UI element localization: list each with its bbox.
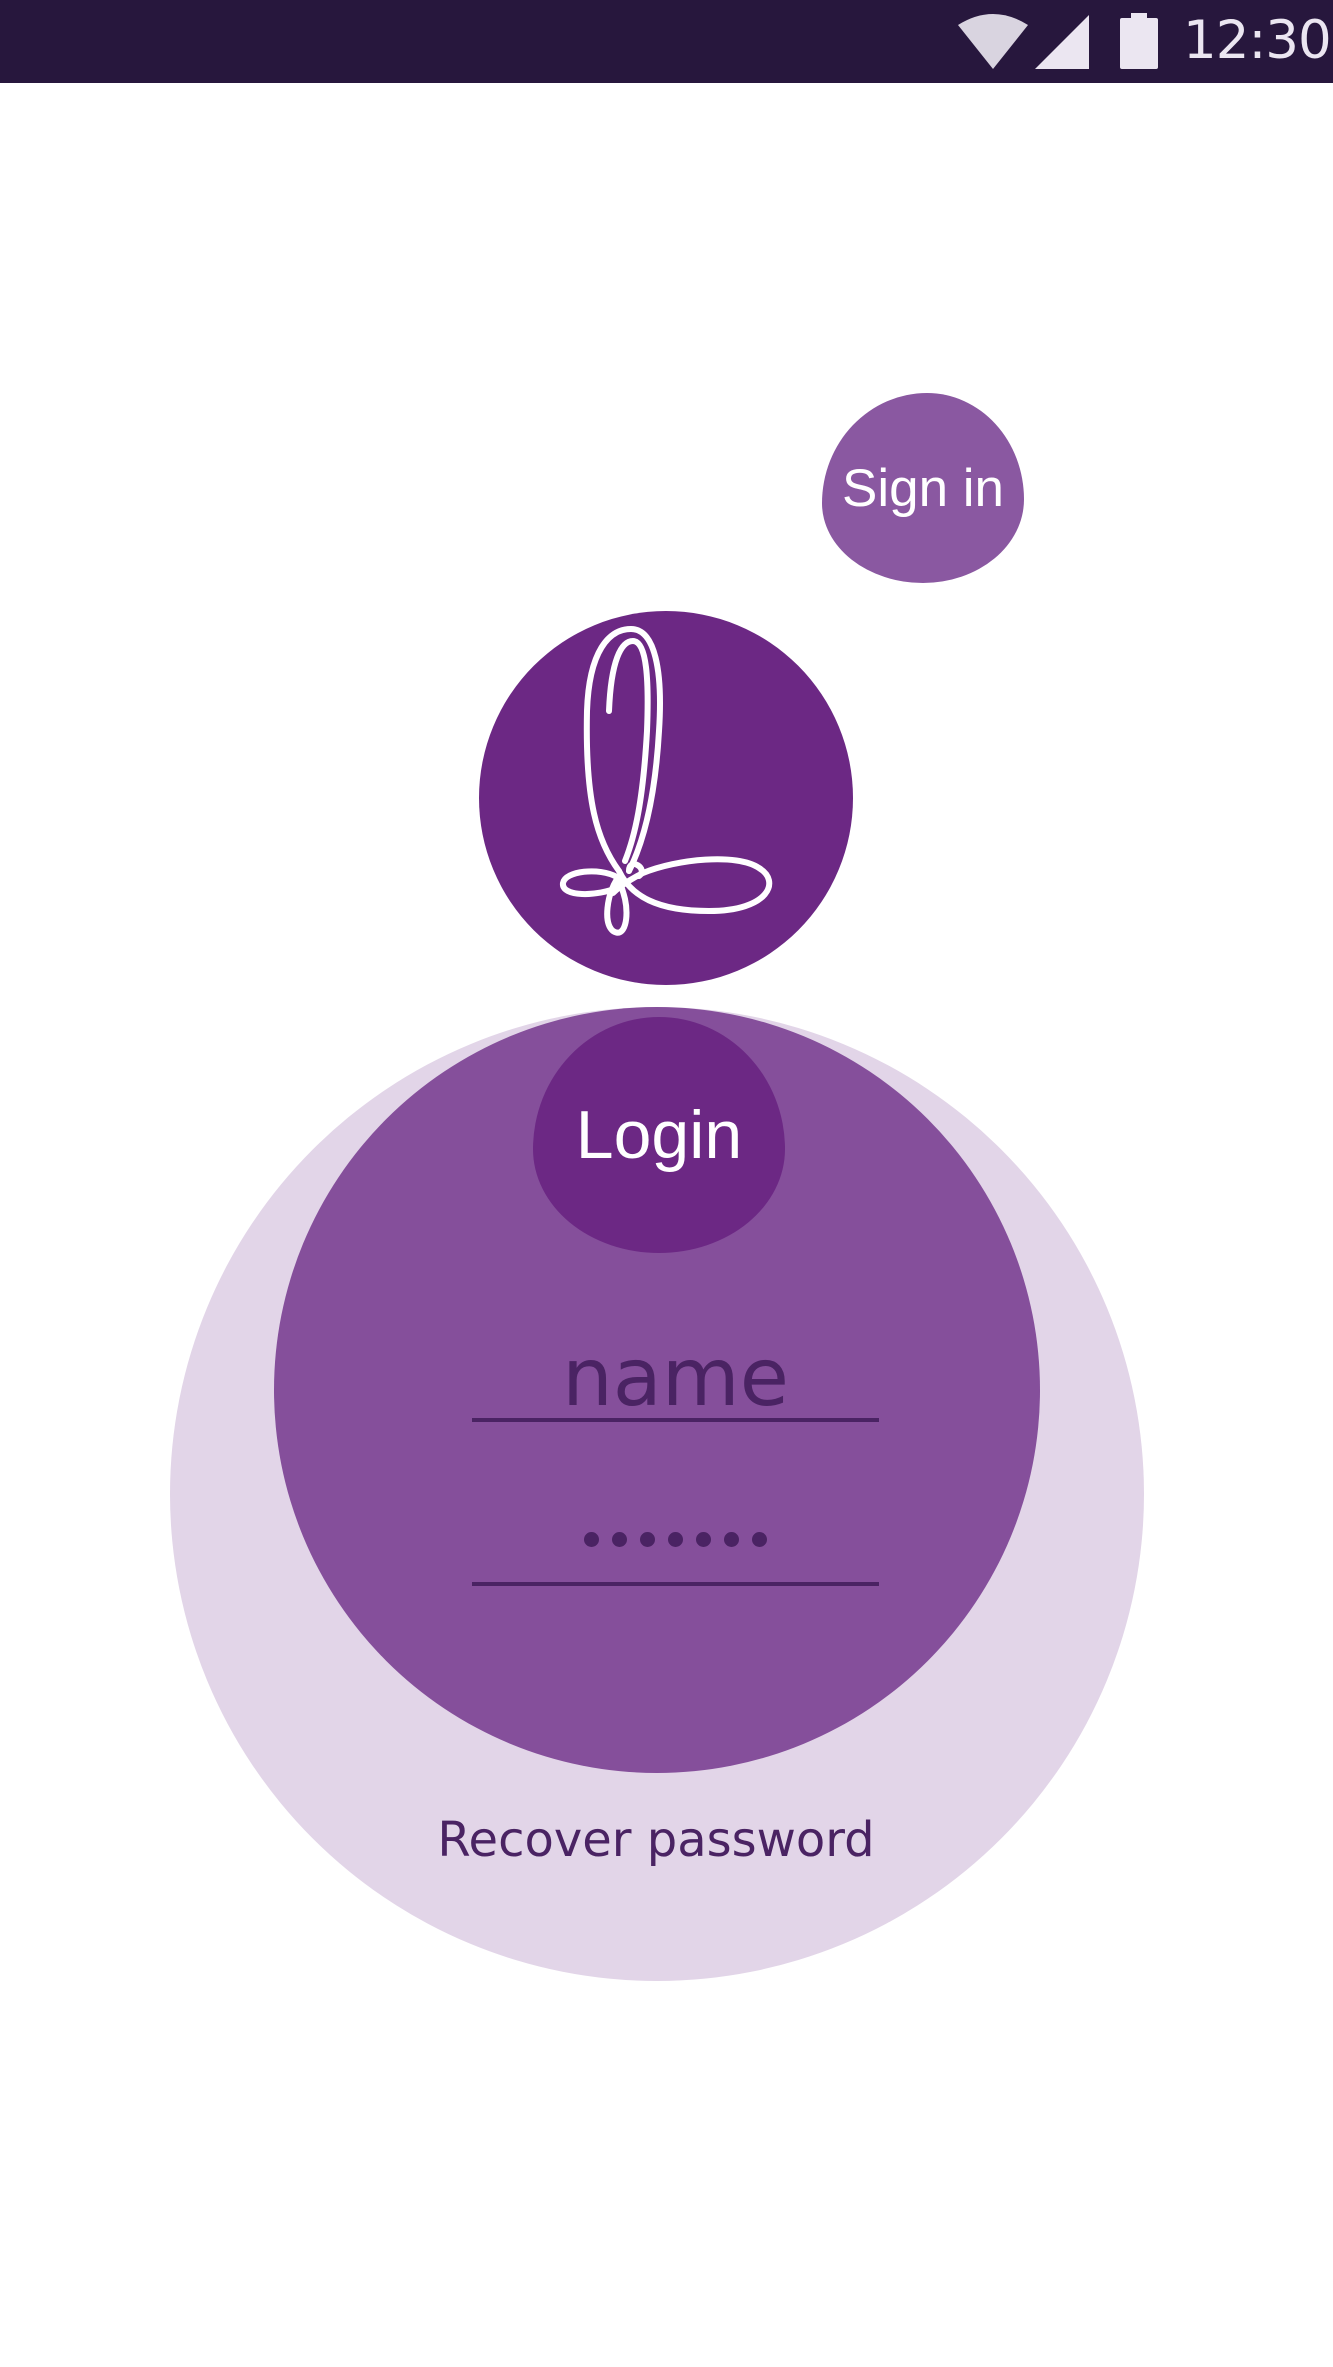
wifi-icon — [958, 14, 1028, 69]
password-dot — [584, 1532, 599, 1547]
password-dot — [724, 1532, 739, 1547]
app-logo — [479, 611, 853, 985]
status-bar: 12:30 — [0, 0, 1333, 83]
password-input[interactable]: ••••••• — [472, 1510, 879, 1586]
battery-icon — [1120, 13, 1158, 69]
password-dot — [640, 1532, 655, 1547]
password-dot — [612, 1532, 627, 1547]
password-dot — [752, 1532, 767, 1547]
status-time: 12:30 — [1183, 10, 1332, 71]
login-title: Login — [575, 1097, 743, 1173]
name-input-value: name — [562, 1331, 789, 1424]
name-input[interactable]: name — [472, 1330, 879, 1424]
sign-in-button[interactable]: Sign in — [822, 393, 1024, 583]
password-dot — [696, 1532, 711, 1547]
sign-in-label: Sign in — [841, 458, 1005, 518]
app-logo-icon — [560, 626, 773, 936]
password-mask-dots — [472, 1532, 879, 1547]
password-dot — [668, 1532, 683, 1547]
cellular-signal-icon — [1035, 15, 1089, 69]
recover-password-link[interactable]: Recover password — [420, 1812, 892, 1868]
